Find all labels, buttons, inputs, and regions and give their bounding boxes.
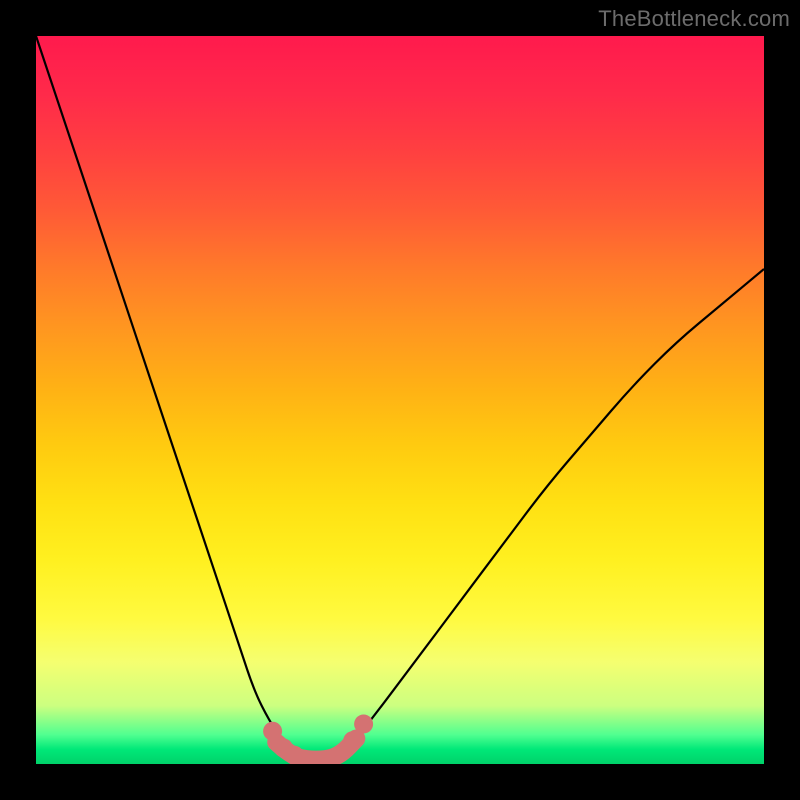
right-branch-curve xyxy=(342,269,764,757)
curve-layer xyxy=(36,36,764,764)
chart-frame: TheBottleneck.com xyxy=(0,0,800,800)
data-marker xyxy=(343,731,362,750)
watermark-text: TheBottleneck.com xyxy=(598,6,790,32)
data-marker xyxy=(354,715,373,734)
plot-area xyxy=(36,36,764,764)
left-branch-curve xyxy=(36,36,298,757)
data-marker xyxy=(285,746,304,764)
data-marker xyxy=(263,722,282,741)
